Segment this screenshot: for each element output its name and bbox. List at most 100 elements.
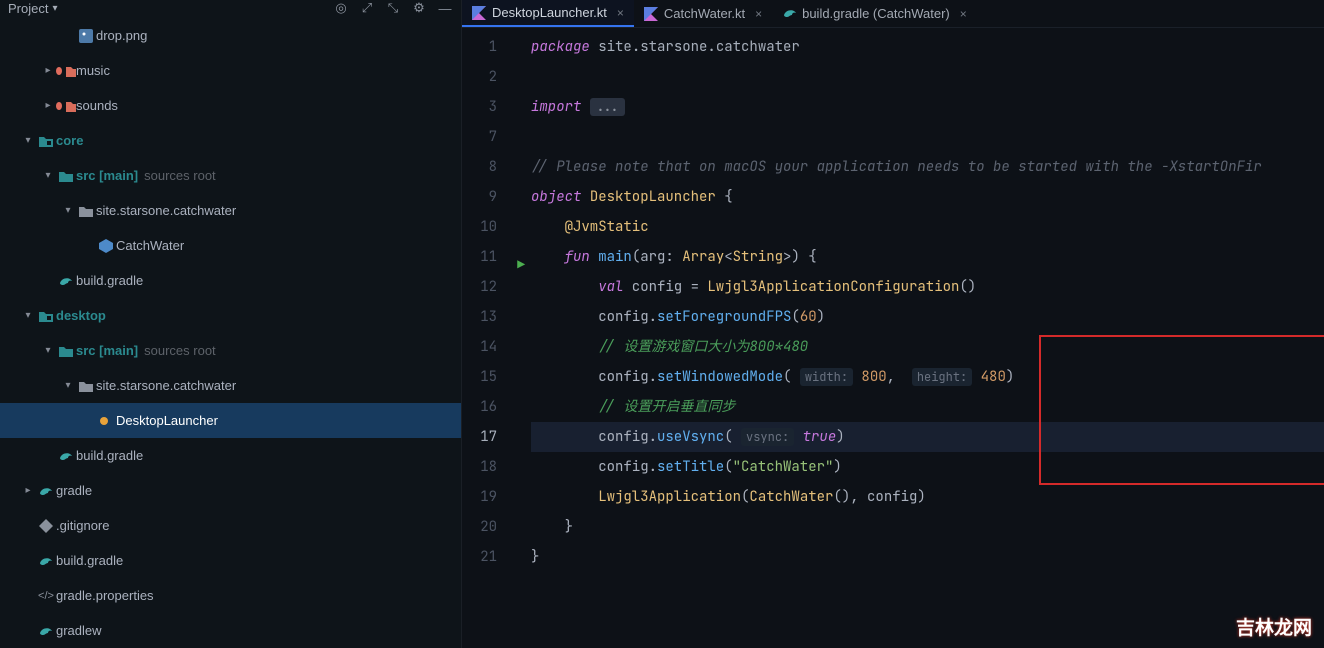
- editor-tab[interactable]: CatchWater.kt ×: [634, 0, 772, 27]
- tree-label: desktop: [56, 308, 106, 323]
- editor-tab[interactable]: build.gradle (CatchWater) ×: [772, 0, 977, 27]
- line-number: 11▶: [462, 242, 507, 272]
- tree-label: gradlew: [56, 623, 102, 638]
- code-line[interactable]: config.setTitle("CatchWater"): [531, 452, 1324, 482]
- tree-label: src [main]: [76, 168, 138, 183]
- chevron-icon: ▾: [40, 345, 56, 356]
- tree-item[interactable]: ▾ src [main] sources root: [0, 158, 461, 193]
- gutter: 1237891011▶121314151617💡18192021: [462, 28, 507, 648]
- src-icon: [56, 170, 76, 182]
- code-line[interactable]: val config = Lwjgl3ApplicationConfigurat…: [531, 272, 1324, 302]
- tree-item[interactable]: .gitignore: [0, 508, 461, 543]
- tree-item[interactable]: ▾ core: [0, 123, 461, 158]
- src-icon: [56, 345, 76, 357]
- code-editor[interactable]: 1237891011▶121314151617💡18192021 package…: [462, 28, 1324, 648]
- line-number: 3: [462, 92, 507, 122]
- code-line[interactable]: // 设置开启垂直同步: [531, 392, 1324, 422]
- code-line[interactable]: [531, 62, 1324, 92]
- close-icon[interactable]: ×: [960, 7, 967, 21]
- class-sel-icon: [96, 413, 116, 428]
- module-icon: [36, 135, 56, 147]
- gradle-icon: [56, 450, 76, 462]
- tree-item[interactable]: CatchWater: [0, 228, 461, 263]
- tree-aux: sources root: [144, 343, 216, 358]
- code-line[interactable]: config.useVsync( vsync: true): [531, 422, 1324, 452]
- tree-item[interactable]: ▾ desktop: [0, 298, 461, 333]
- pkg-icon: [76, 380, 96, 392]
- project-sidebar: Project ▾ ◎ ⤢ ⤡ ⚙ — drop.png ▸ music ▸ s…: [0, 0, 462, 648]
- editor-tabs: DesktopLauncher.kt × CatchWater.kt × bui…: [462, 0, 1324, 28]
- close-icon[interactable]: ×: [755, 7, 762, 21]
- tree-item[interactable]: build.gradle: [0, 543, 461, 578]
- code-line[interactable]: Lwjgl3Application(CatchWater(), config): [531, 482, 1324, 512]
- tree-item[interactable]: drop.png: [0, 18, 461, 53]
- tree-item[interactable]: </> gradle.properties: [0, 578, 461, 613]
- line-number: 18: [462, 452, 507, 482]
- folder-orange-icon: [56, 63, 76, 78]
- tab-label: build.gradle (CatchWater): [802, 6, 950, 21]
- code-line[interactable]: @JvmStatic: [531, 212, 1324, 242]
- code-line[interactable]: package site.starsone.catchwater: [531, 32, 1324, 62]
- gradle-icon: [36, 625, 56, 637]
- tree-item[interactable]: ▾ site.starsone.catchwater: [0, 193, 461, 228]
- tree-label: site.starsone.catchwater: [96, 203, 236, 218]
- kt-icon: [472, 6, 486, 20]
- gradle-icon: [36, 555, 56, 567]
- line-number: 17💡: [462, 422, 507, 452]
- line-number: 2: [462, 62, 507, 92]
- code-line[interactable]: object DesktopLauncher {: [531, 182, 1324, 212]
- pkg-icon: [76, 205, 96, 217]
- collapse-icon[interactable]: ⤡: [385, 0, 401, 16]
- line-number: 15: [462, 362, 507, 392]
- chevron-icon: ▾: [60, 205, 76, 216]
- watermark: 吉林龙网: [1236, 613, 1312, 640]
- code-line[interactable]: }: [531, 512, 1324, 542]
- tree-item[interactable]: ▸ gradle: [0, 473, 461, 508]
- chevron-icon: ▸: [40, 65, 56, 76]
- line-number: 19: [462, 482, 507, 512]
- git-icon: [36, 519, 56, 533]
- expand-icon[interactable]: ⤢: [359, 0, 375, 16]
- line-number: 13: [462, 302, 507, 332]
- tree-item[interactable]: ▸ sounds: [0, 88, 461, 123]
- tree-item[interactable]: ▾ src [main] sources root: [0, 333, 461, 368]
- chevron-icon: ▾: [40, 170, 56, 181]
- editor-tab[interactable]: DesktopLauncher.kt ×: [462, 0, 634, 27]
- chevron-icon: ▾: [20, 135, 36, 146]
- close-icon[interactable]: ×: [617, 6, 624, 20]
- gradle-icon: [782, 7, 796, 21]
- code-line[interactable]: }: [531, 542, 1324, 572]
- tree-label: site.starsone.catchwater: [96, 378, 236, 393]
- project-header[interactable]: Project ▾ ◎ ⤢ ⤡ ⚙ —: [0, 0, 461, 16]
- tree-label: build.gradle: [76, 273, 143, 288]
- line-number: 8: [462, 152, 507, 182]
- code-line[interactable]: config.setForegroundFPS(60): [531, 302, 1324, 332]
- line-number: 1: [462, 32, 507, 62]
- tab-label: DesktopLauncher.kt: [492, 5, 607, 20]
- tree-item[interactable]: ▸ music: [0, 53, 461, 88]
- line-number: 20: [462, 512, 507, 542]
- code-line[interactable]: config.setWindowedMode( width: 800, heig…: [531, 362, 1324, 392]
- tree-label: gradle: [56, 483, 92, 498]
- tree-label: src [main]: [76, 343, 138, 358]
- hide-icon[interactable]: —: [437, 0, 453, 16]
- code-line[interactable]: import ...: [531, 92, 1324, 122]
- tree-item[interactable]: gradlew: [0, 613, 461, 648]
- tree-label: build.gradle: [76, 448, 143, 463]
- props-icon: </>: [36, 590, 56, 602]
- settings-icon[interactable]: ⚙: [411, 0, 427, 16]
- folder-orange-icon: [56, 98, 76, 113]
- tree-item[interactable]: build.gradle: [0, 438, 461, 473]
- tree-item[interactable]: build.gradle: [0, 263, 461, 298]
- code-line[interactable]: fun main(arg: Array<String>) {: [531, 242, 1324, 272]
- code-line[interactable]: [531, 122, 1324, 152]
- tab-label: CatchWater.kt: [664, 6, 745, 21]
- tree-item[interactable]: DesktopLauncher: [0, 403, 461, 438]
- run-gutter-icon[interactable]: ▶: [517, 250, 525, 280]
- class-icon: [96, 239, 116, 253]
- code-line[interactable]: // 设置游戏窗口大小为800*480: [531, 332, 1324, 362]
- code-line[interactable]: // Please note that on macOS your applic…: [531, 152, 1324, 182]
- target-icon[interactable]: ◎: [333, 0, 349, 16]
- gradle-d-icon: [36, 485, 56, 497]
- tree-item[interactable]: ▾ site.starsone.catchwater: [0, 368, 461, 403]
